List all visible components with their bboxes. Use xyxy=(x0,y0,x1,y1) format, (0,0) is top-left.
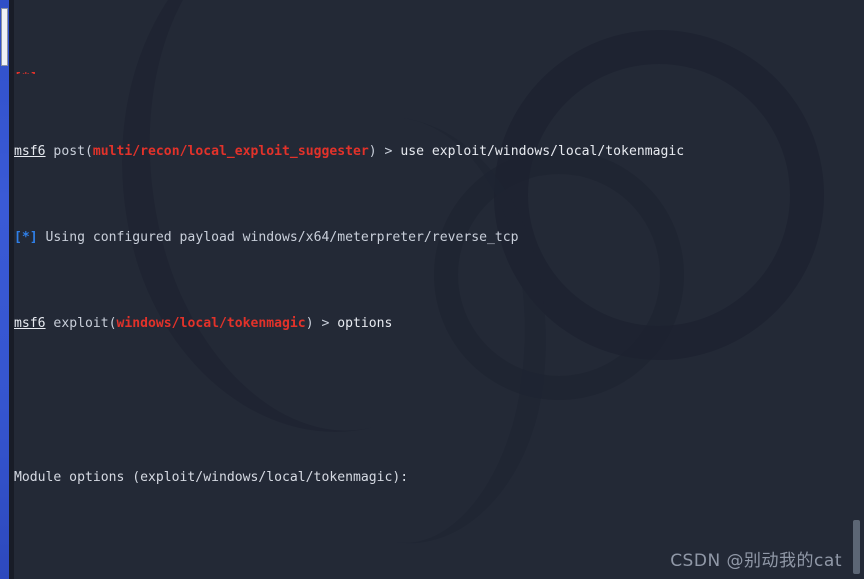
prompt-prefix: msf6 xyxy=(14,143,46,159)
prompt-module: windows/local/tokenmagic xyxy=(116,315,306,331)
info-text: Using configured payload windows/x64/met… xyxy=(37,229,519,245)
prompt-close: ) > xyxy=(305,315,338,331)
prompt-open: exploit( xyxy=(45,315,117,331)
prompt-prefix: msf6 xyxy=(14,315,46,331)
typed-command: use exploit/windows/local/tokenmagic xyxy=(400,143,685,159)
prompt-module: multi/recon/local_exploit_suggester xyxy=(92,143,369,159)
info-marker-icon: [*] xyxy=(14,229,38,245)
vertical-scrollbar-thumb[interactable] xyxy=(853,520,860,574)
typed-command: options xyxy=(337,315,393,331)
window-left-edge xyxy=(0,0,9,579)
csdn-watermark: CSDN @别动我的cat xyxy=(670,551,842,571)
module-options-heading: Module options (exploit/windows/local/to… xyxy=(14,470,409,486)
prompt-close: ) > xyxy=(368,143,401,159)
clipped-previous-line: [*] xyxy=(14,70,864,74)
window-left-gutter xyxy=(9,0,14,579)
terminal-window[interactable]: [*] msf6 post(multi/recon/local_exploit_… xyxy=(0,0,864,579)
terminal-output[interactable]: [*] msf6 post(multi/recon/local_exploit_… xyxy=(0,0,864,579)
prompt-line-options[interactable]: msf6 exploit(windows/local/tokenmagic) >… xyxy=(14,315,864,332)
prompt-line-use[interactable]: msf6 post(multi/recon/local_exploit_sugg… xyxy=(14,143,864,160)
info-line-payload: [*] Using configured payload windows/x64… xyxy=(14,229,864,246)
left-scrollbar-thumb[interactable] xyxy=(1,8,8,66)
prompt-open: post( xyxy=(45,143,93,159)
